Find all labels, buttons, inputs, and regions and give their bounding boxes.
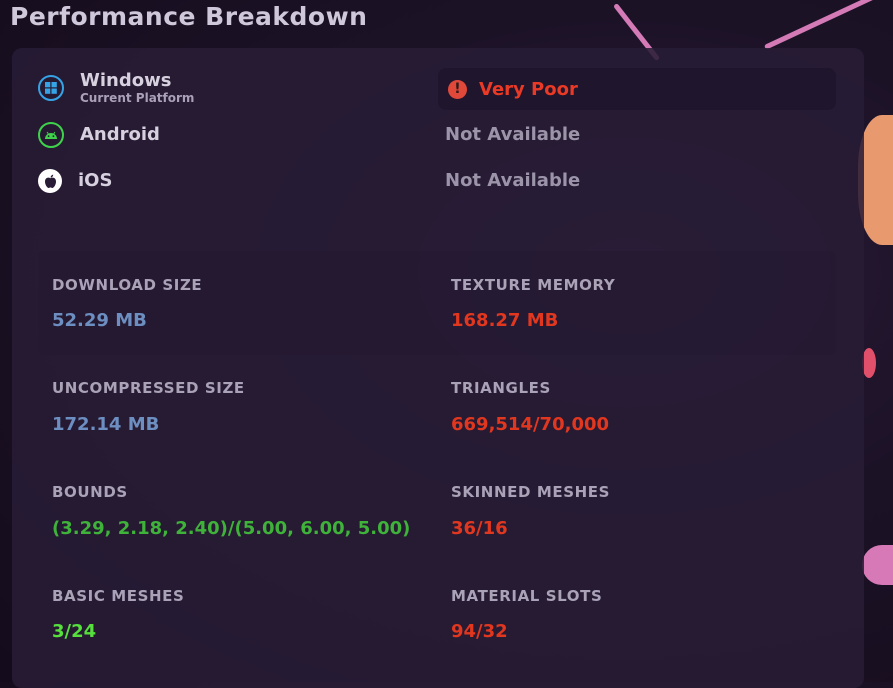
stats-highlight-block	[38, 251, 836, 355]
stat-value-texture-memory: 168.27 MB	[451, 310, 559, 331]
background-decor-blob	[862, 545, 893, 585]
apple-icon	[38, 169, 62, 193]
stat-value-triangles: 669,514/70,000	[451, 414, 610, 435]
background-decor-blob	[862, 348, 876, 378]
platform-name: iOS	[78, 170, 113, 191]
stat-value-skinned-meshes: 36/16	[451, 518, 508, 539]
stat-label-uncompressed-size: UNCOMPRESSED SIZE	[52, 379, 245, 397]
stat-label-basic-meshes: BASIC MESHES	[52, 587, 185, 605]
performance-rating-badge: ! Very Poor	[438, 68, 836, 110]
stat-label-bounds: BOUNDS	[52, 483, 128, 501]
stat-label-download-size: DOWNLOAD SIZE	[52, 276, 203, 294]
stat-label-skinned-meshes: SKINNED MESHES	[451, 483, 611, 501]
stat-value-bounds: (3.29, 2.18, 2.40)/(5.00, 6.00, 5.00)	[52, 518, 411, 539]
exclamation-icon: !	[448, 79, 467, 99]
stat-value-uncompressed-size: 172.14 MB	[52, 414, 160, 435]
page-title: Performance Breakdown	[10, 2, 368, 31]
platform-row-windows: Windows Current Platform	[38, 71, 194, 105]
stat-label-texture-memory: TEXTURE MEMORY	[451, 276, 616, 294]
background-decor-line	[763, 0, 875, 50]
stat-label-material-slots: MATERIAL SLOTS	[451, 587, 603, 605]
stat-value-material-slots: 94/32	[451, 621, 508, 642]
platform-name: Windows	[80, 70, 172, 91]
platform-row-android: Android	[38, 118, 160, 152]
android-icon	[38, 122, 64, 148]
stat-value-download-size: 52.29 MB	[52, 310, 147, 331]
performance-rating-text: Very Poor	[479, 78, 578, 100]
platform-status: Not Available	[445, 124, 581, 145]
stat-label-triangles: TRIANGLES	[451, 379, 551, 397]
windows-icon	[38, 75, 64, 101]
platform-status: Not Available	[445, 170, 581, 191]
platform-name: Android	[80, 124, 160, 145]
platform-row-ios: iOS	[38, 164, 112, 198]
stat-value-basic-meshes: 3/24	[52, 621, 97, 642]
platform-subtitle: Current Platform	[80, 91, 195, 105]
performance-panel: Windows Current Platform ! Very Poor And…	[12, 48, 864, 688]
